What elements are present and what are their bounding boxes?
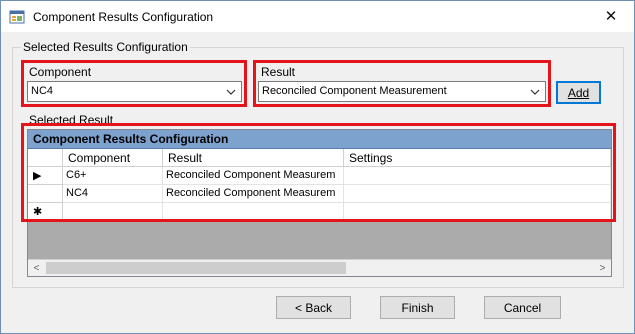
dialog-window: Component Results Configuration ✕ Select… (0, 0, 635, 334)
window-title: Component Results Configuration (33, 10, 214, 24)
form-icon (9, 10, 25, 24)
close-icon: ✕ (604, 8, 618, 25)
result-highlight-box (253, 60, 551, 107)
close-button[interactable]: ✕ (588, 1, 634, 31)
add-button-label: Add (567, 85, 590, 100)
component-highlight-box (21, 60, 247, 107)
group-label: Selected Results Configuration (21, 40, 190, 54)
scrollbar-thumb[interactable] (46, 262, 346, 274)
title-bar: Component Results Configuration ✕ (1, 1, 634, 32)
add-button[interactable]: Add (556, 81, 601, 104)
cancel-button[interactable]: Cancel (484, 296, 561, 319)
horizontal-scrollbar[interactable]: < > (28, 259, 611, 276)
scroll-left-icon[interactable]: < (28, 260, 45, 276)
back-button[interactable]: < Back (276, 296, 351, 319)
finish-button[interactable]: Finish (380, 296, 455, 319)
scroll-right-icon[interactable]: > (594, 260, 611, 276)
grid-highlight-box (21, 123, 616, 222)
